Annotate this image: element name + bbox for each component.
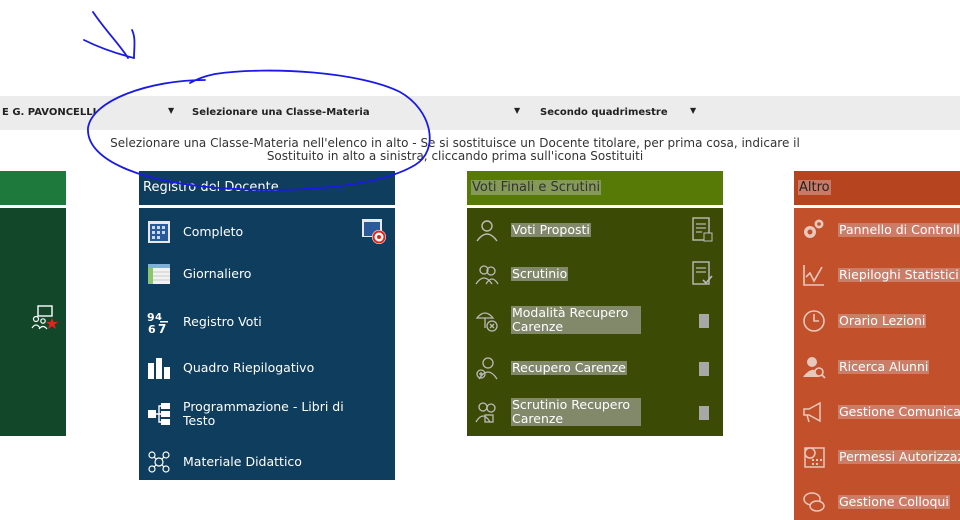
megaphone-icon — [803, 401, 821, 423]
menu-label-modalita-recupero: Modalità Recupero Carenze — [511, 306, 641, 334]
menu-label-orario-lezioni: Orario Lezioni — [838, 313, 927, 328]
periodo-select[interactable]: Secondo quadrimestre — [540, 107, 668, 118]
left-panel-header — [0, 171, 66, 205]
menu-label-registro-voti: Registro Voti — [183, 314, 262, 329]
menu-item-voti-proposti[interactable]: Voti Proposti — [467, 216, 723, 246]
menu-label-giornaliero: Giornaliero — [183, 266, 252, 281]
classe-materia-select[interactable]: Selezionare una Classe-Materia — [192, 107, 370, 118]
altro-panel-header: Altro — [794, 171, 960, 205]
bar-chart-icon — [148, 358, 170, 379]
users-lock-icon — [475, 402, 496, 423]
menu-label-gestione-colloqui: Gestione Colloqui — [838, 494, 950, 509]
menu-item-materiale-didattico[interactable]: Materiale Didattico — [139, 448, 395, 478]
periodo-dropdown-arrow-icon[interactable]: ▼ — [690, 106, 696, 115]
users-group-icon — [475, 265, 499, 285]
daily-register-icon — [148, 264, 170, 284]
menu-label-ricerca-alunni: Ricerca Alunni — [838, 359, 930, 374]
menu-item-registro-voti[interactable]: 9 4 6 7 Registro Voti — [139, 308, 395, 338]
menu-label-riepiloghi-statistici: Riepiloghi Statistici — [838, 267, 960, 282]
user-search-icon — [803, 357, 826, 379]
gears-icon — [804, 219, 824, 238]
voti-proposti-document-icon[interactable] — [689, 216, 715, 244]
voti-panel-body: Voti Proposti Scrutinio Modalità Recuper… — [467, 208, 723, 436]
completo-target-icon[interactable] — [361, 218, 387, 246]
menu-label-permessi-autorizzazioni: Permessi Autorizzazioni — [838, 450, 960, 464]
menu-label-materiale-didattico: Materiale Didattico — [183, 454, 302, 469]
menu-item-gestione-comunicazioni[interactable]: Gestione Comunicazioni — [794, 398, 960, 428]
info-message: Selezionare una Classe-Materia nell'elen… — [0, 137, 910, 163]
menu-item-ricerca-alunni[interactable]: Ricerca Alunni — [794, 353, 960, 383]
menu-item-pannello-controllo[interactable]: Pannello di Controllo — [794, 216, 960, 246]
selector-bar: E G. PAVONCELLI ▼ Selezionare una Classe… — [0, 96, 960, 130]
menu-label-completo: Completo — [183, 224, 244, 239]
menu-item-giornaliero[interactable]: Giornaliero — [139, 260, 395, 290]
grid-calendar-icon — [148, 221, 170, 243]
umbrella-user-icon — [475, 312, 498, 332]
menu-item-completo[interactable]: Completo — [139, 218, 395, 248]
numbers-icon: 9 4 6 7 — [147, 311, 168, 334]
menu-item-quadro-riepilogativo[interactable]: Quadro Riepilogativo — [139, 354, 395, 384]
school-dropdown-arrow-icon[interactable]: ▼ — [168, 106, 174, 115]
menu-item-modalita-recupero[interactable]: Modalità Recupero Carenze — [467, 306, 723, 336]
menu-label-pannello-controllo: Pannello di Controllo — [838, 223, 960, 237]
menu-label-recupero-carenze: Recupero Carenze — [511, 360, 627, 375]
user-icon — [476, 220, 498, 242]
menu-label-gestione-comunicazioni: Gestione Comunicazioni — [838, 405, 960, 419]
menu-label-programmazione: Programmazione - Libri di Testo — [183, 399, 344, 428]
chat-bubbles-icon — [803, 492, 825, 512]
scrutinio-recupero-status-marker — [699, 406, 709, 420]
left-panel-body — [0, 208, 66, 436]
menu-item-recupero-carenze[interactable]: Recupero Carenze — [467, 354, 723, 384]
registro-panel-title: Registro del Docente — [143, 180, 279, 195]
svg-text:6: 6 — [148, 323, 156, 334]
menu-label-quadro-riepilogativo: Quadro Riepilogativo — [183, 360, 315, 375]
scrutinio-checklist-icon[interactable] — [689, 260, 715, 288]
svg-text:7: 7 — [158, 322, 166, 334]
user-plus-icon — [476, 357, 498, 380]
menu-item-programmazione[interactable]: Programmazione - Libri di Testo — [139, 400, 395, 430]
hierarchy-icon — [148, 403, 170, 425]
registro-panel-body: Completo Giornaliero 9 4 6 7 Registro Vo… — [139, 208, 395, 480]
clock-icon — [803, 310, 825, 332]
recupero-carenze-status-marker — [699, 362, 709, 376]
classe-materia-dropdown-arrow-icon[interactable]: ▼ — [514, 106, 520, 115]
menu-label-scrutinio: Scrutinio — [511, 266, 569, 281]
menu-item-permessi-autorizzazioni[interactable]: Permessi Autorizzazioni — [794, 443, 960, 473]
menu-label-scrutinio-recupero: Scrutinio Recupero Carenze — [511, 398, 641, 426]
menu-item-scrutinio-recupero[interactable]: Scrutinio Recupero Carenze — [467, 398, 723, 428]
altro-panel-body: Pannello di Controllo Riepiloghi Statist… — [794, 208, 960, 520]
altro-panel-title: Altro — [798, 180, 831, 195]
menu-item-gestione-colloqui[interactable]: Gestione Colloqui — [794, 488, 960, 518]
line-chart-icon — [803, 265, 824, 286]
shared-materials-icon — [148, 451, 170, 473]
clock-calendar-icon — [804, 447, 825, 468]
school-selector[interactable]: E G. PAVONCELLI — [2, 107, 96, 118]
info-line-2: Sostituito in alto a sinistra, cliccando… — [266, 149, 644, 163]
sostituiti-icon[interactable] — [30, 304, 60, 332]
voti-panel-title: Voti Finali e Scrutini — [471, 180, 602, 195]
menu-item-orario-lezioni[interactable]: Orario Lezioni — [794, 307, 960, 337]
menu-item-riepiloghi-statistici[interactable]: Riepiloghi Statistici — [794, 261, 960, 291]
registro-panel-header: Registro del Docente — [139, 171, 395, 205]
voti-panel-header: Voti Finali e Scrutini — [467, 171, 723, 205]
menu-item-scrutinio[interactable]: Scrutinio — [467, 260, 723, 290]
menu-label-voti-proposti: Voti Proposti — [511, 222, 591, 237]
modalita-recupero-status-marker — [699, 314, 709, 328]
